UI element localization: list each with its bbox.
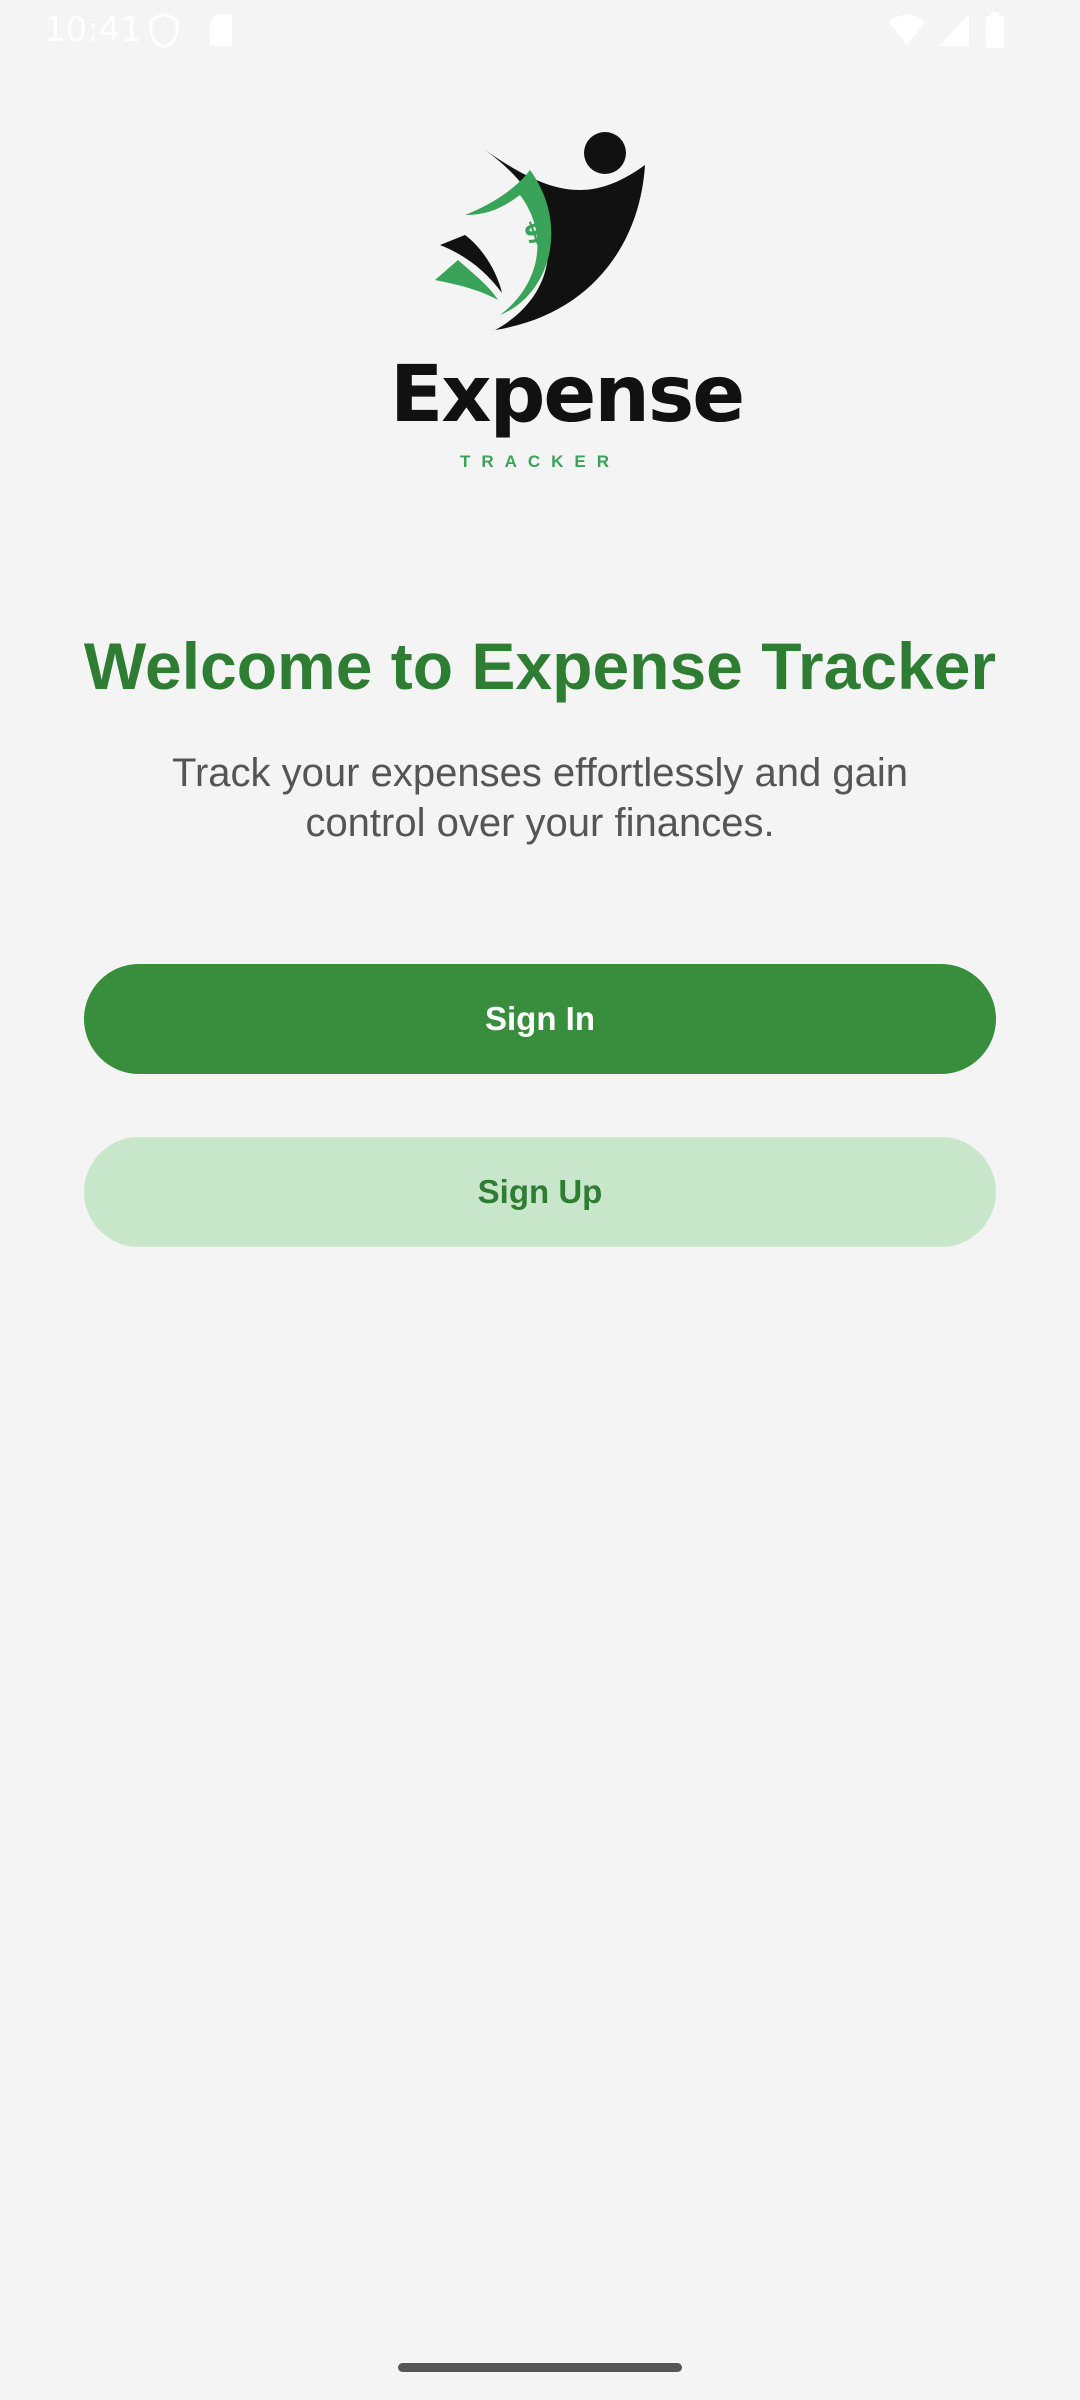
wifi-icon (889, 14, 925, 46)
home-indicator[interactable] (398, 2363, 682, 2372)
app-logo: $ Expense TRACKER (390, 125, 745, 475)
sign-up-button[interactable]: Sign Up (84, 1137, 996, 1247)
logo-subtitle: TRACKER (459, 452, 621, 471)
money-person-logo-icon: $ (435, 132, 645, 330)
sign-in-button[interactable]: Sign In (84, 964, 996, 1074)
logo-wordmark: Expense (390, 350, 745, 440)
shield-icon (149, 12, 179, 48)
welcome-subtitle: Track your expenses effortlessly and gai… (172, 751, 908, 845)
status-bar: 10:41 (0, 0, 1080, 62)
welcome-title: Welcome to Expense Tracker (83, 629, 997, 703)
status-time: 10:41 (44, 10, 142, 50)
signal-icon (939, 14, 969, 46)
sd-card-icon (210, 14, 232, 46)
battery-icon (986, 12, 1004, 48)
